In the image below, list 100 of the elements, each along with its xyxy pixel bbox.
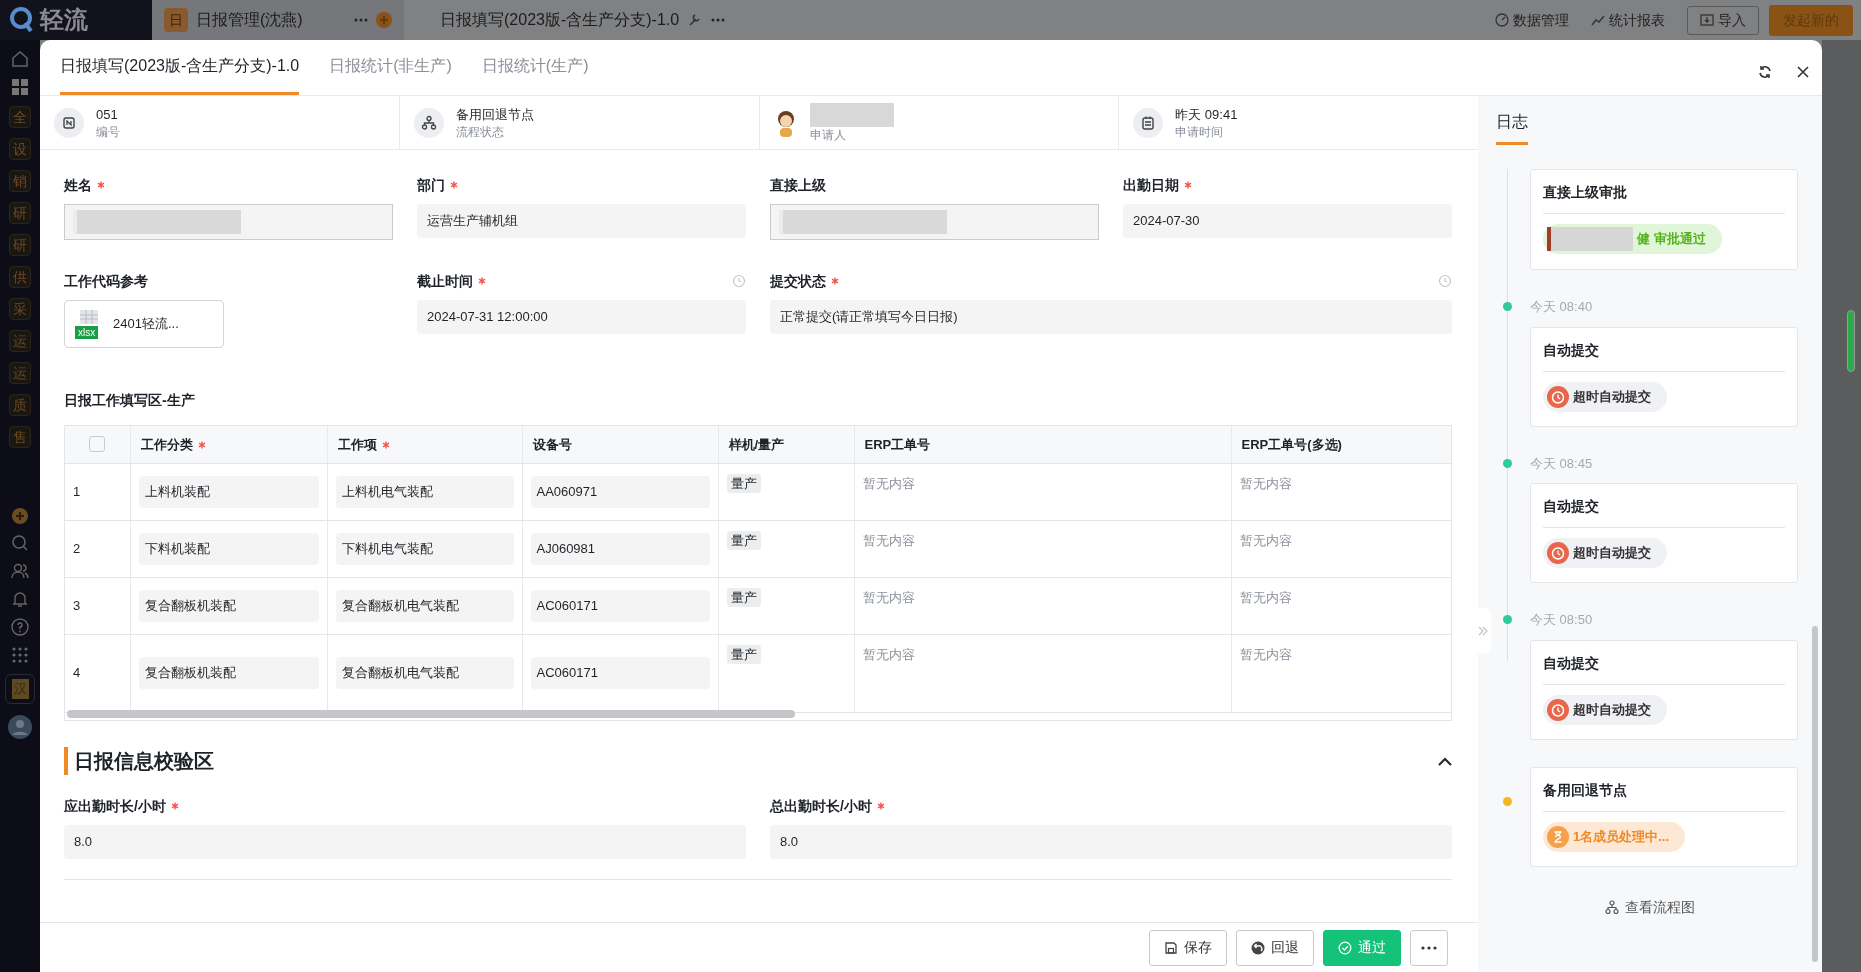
- table-cell: 复合翻板机装配: [138, 657, 319, 689]
- row-number: 2: [73, 540, 81, 556]
- table-cell: 暂无内容: [1231, 520, 1451, 577]
- log-title: 自动提交: [1543, 339, 1785, 372]
- sidebar-item[interactable]: 设: [9, 138, 31, 160]
- sidebar-item[interactable]: 售: [9, 426, 31, 448]
- select-all-checkbox[interactable]: [89, 436, 106, 453]
- dashboard-icon: [1495, 13, 1509, 27]
- sidebar-item[interactable]: 运: [9, 330, 31, 352]
- more-icon[interactable]: [711, 18, 726, 22]
- hourglass-icon: [1547, 825, 1569, 848]
- log-time: 今天 08:45: [1530, 454, 1594, 473]
- log-tab[interactable]: 日志: [1496, 110, 1528, 145]
- input-field[interactable]: 8.0: [770, 825, 1452, 859]
- save-button[interactable]: 保存: [1149, 929, 1227, 966]
- collapse-icon[interactable]: [1438, 756, 1452, 766]
- rollback-button[interactable]: 回退: [1236, 929, 1314, 966]
- refresh-icon[interactable]: [1758, 65, 1772, 79]
- flow-icon: [1605, 900, 1619, 914]
- bell-icon[interactable]: [11, 590, 29, 608]
- vertical-scrollbar[interactable]: [1812, 626, 1818, 962]
- input-field[interactable]: [64, 204, 393, 240]
- field-label: 截止时间: [417, 271, 473, 291]
- dialog-tab[interactable]: 日报统计(生产): [481, 54, 589, 95]
- add-icon[interactable]: [12, 508, 28, 524]
- sidebar-item[interactable]: 供: [9, 266, 31, 288]
- field-label: 直接上级: [770, 175, 826, 195]
- search-icon[interactable]: [11, 534, 29, 552]
- log-title: 直接上级审批: [1543, 182, 1785, 214]
- grid-icon[interactable]: [11, 78, 29, 96]
- table-cell: 复合翻板机电气装配: [335, 589, 514, 622]
- logo-text: 轻流: [40, 5, 88, 35]
- horizontal-scrollbar[interactable]: [67, 710, 795, 718]
- app-tab-label[interactable]: 日报管理(沈燕): [196, 8, 346, 32]
- home-icon[interactable]: [11, 50, 29, 68]
- table-cell: AC060171: [530, 657, 710, 689]
- page-title: 日报填写(2023版-含生产分支)-1.0: [440, 10, 680, 30]
- scroll-indicator: [1847, 310, 1855, 372]
- table-cell: 暂无内容: [854, 520, 1231, 577]
- input-field[interactable]: 运营生产辅机组: [417, 204, 746, 238]
- status-text: 超时自动提交: [1573, 387, 1651, 406]
- table-cell: 暂无内容: [854, 463, 1231, 520]
- sidebar-item[interactable]: 运: [9, 362, 31, 384]
- import-icon: [1700, 13, 1714, 27]
- column-header: 工作分类: [140, 436, 193, 452]
- help-icon[interactable]: [11, 618, 29, 636]
- toolbar-link[interactable]: 统计报表: [1609, 9, 1665, 31]
- approve-button[interactable]: 通过: [1323, 929, 1401, 966]
- dialog-tab[interactable]: 日报统计(非生产): [329, 54, 452, 95]
- column-header: 设备号: [532, 436, 572, 452]
- input-field[interactable]: 8.0: [64, 825, 746, 859]
- table-cell: 下料机装配: [138, 532, 319, 565]
- input-field[interactable]: [770, 204, 1099, 240]
- sidebar-item[interactable]: 销: [9, 170, 31, 192]
- row-number: 1: [73, 483, 81, 499]
- field-label: 出勤日期: [1123, 175, 1179, 195]
- avatar-icon[interactable]: [7, 714, 33, 740]
- table-cell: AA060971: [530, 475, 710, 508]
- input-field[interactable]: 2024-07-31 12:00:00: [417, 300, 746, 334]
- column-header: 工作项: [337, 436, 377, 452]
- info-value: 051: [96, 105, 119, 124]
- log-title: 自动提交: [1543, 496, 1785, 528]
- type-tag: 量产: [726, 644, 761, 664]
- toolbar-link[interactable]: 数据管理: [1513, 9, 1569, 31]
- add-icon[interactable]: [376, 12, 392, 28]
- type-tag: 量产: [726, 530, 761, 550]
- table-cell: 复合翻板机装配: [138, 589, 319, 622]
- sidebar-item[interactable]: 研: [9, 234, 31, 256]
- spreadsheet-icon: [78, 309, 100, 327]
- close-icon[interactable]: [1796, 65, 1810, 79]
- sidebar-item[interactable]: 质: [9, 394, 31, 416]
- sidebar-item[interactable]: 采: [9, 298, 31, 320]
- flow-chart-link[interactable]: 查看流程图: [1625, 896, 1695, 918]
- save-icon: [1164, 940, 1178, 955]
- chart-icon: [1591, 13, 1605, 27]
- wrench-icon[interactable]: [687, 13, 702, 27]
- more-icon: [1421, 945, 1437, 950]
- import-button[interactable]: 导入: [1687, 5, 1759, 35]
- table-cell: AC060171: [530, 589, 710, 622]
- sidebar-item[interactable]: 研: [9, 202, 31, 224]
- more-button[interactable]: [1410, 929, 1448, 966]
- file-attachment[interactable]: xlsx 2401轻流...: [64, 300, 224, 348]
- input-field[interactable]: 正常提交(请正常填写今日日报): [770, 300, 1452, 334]
- users-icon[interactable]: [11, 562, 29, 580]
- more-icon[interactable]: [354, 18, 368, 22]
- type-tag: 量产: [726, 587, 761, 607]
- collapse-handle[interactable]: [1475, 608, 1491, 654]
- field-label: 工作代码参考: [64, 271, 148, 291]
- undo-icon: [1251, 940, 1265, 955]
- field-label: 提交状态: [770, 271, 826, 291]
- alarm-icon: [1547, 698, 1569, 721]
- input-field[interactable]: 2024-07-30: [1123, 204, 1452, 238]
- info-label: 申请时间: [1175, 123, 1225, 140]
- sidebar-item[interactable]: 全: [9, 106, 31, 128]
- dialog-tab[interactable]: 日报填写(2023版-含生产分支)-1.0: [60, 54, 300, 95]
- check-circle-icon: [1338, 940, 1352, 955]
- table-cell: 暂无内容: [1231, 577, 1451, 634]
- table-cell: 暂无内容: [854, 577, 1231, 634]
- info-label: 流程状态: [455, 123, 505, 140]
- apps-icon[interactable]: [11, 646, 29, 664]
